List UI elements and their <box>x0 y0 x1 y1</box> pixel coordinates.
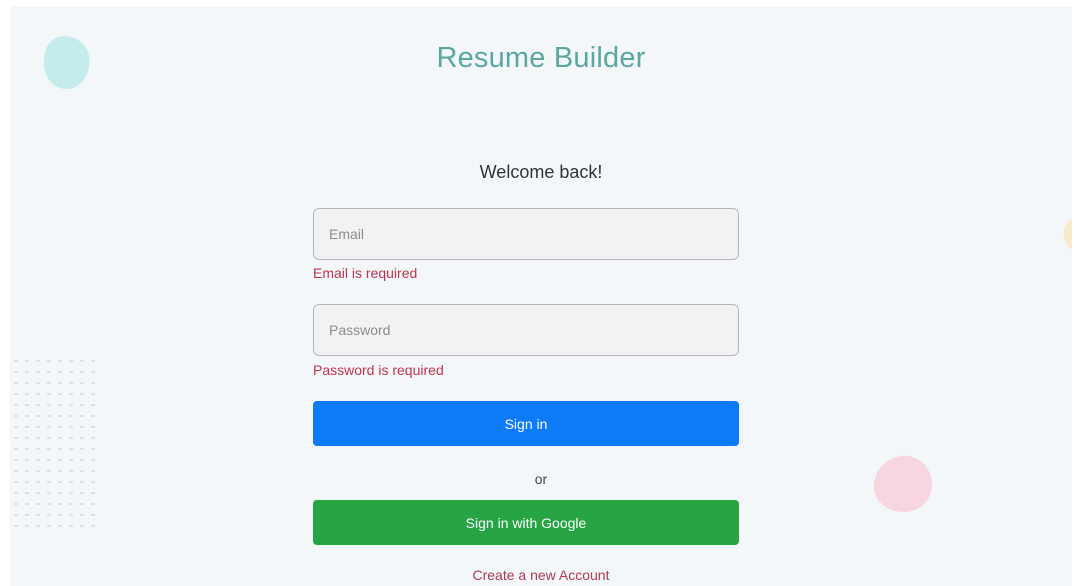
password-error-message: Password is required <box>313 362 444 378</box>
dot-grid-decoration <box>14 360 95 527</box>
or-divider-text: or <box>534 471 548 487</box>
create-account-link[interactable]: Create a new Account <box>10 567 1072 583</box>
password-input[interactable] <box>313 304 739 356</box>
google-sign-in-button[interactable]: Sign in with Google <box>313 500 739 545</box>
welcome-heading: Welcome back! <box>479 162 603 182</box>
app-title: Resume Builder <box>436 42 646 74</box>
email-error-message: Email is required <box>313 265 418 281</box>
login-page: Resume Builder Welcome back! Email is re… <box>10 6 1072 586</box>
sign-in-button[interactable]: Sign in <box>313 401 739 446</box>
email-input[interactable] <box>313 208 739 260</box>
yellow-blob-decoration <box>1063 219 1072 250</box>
